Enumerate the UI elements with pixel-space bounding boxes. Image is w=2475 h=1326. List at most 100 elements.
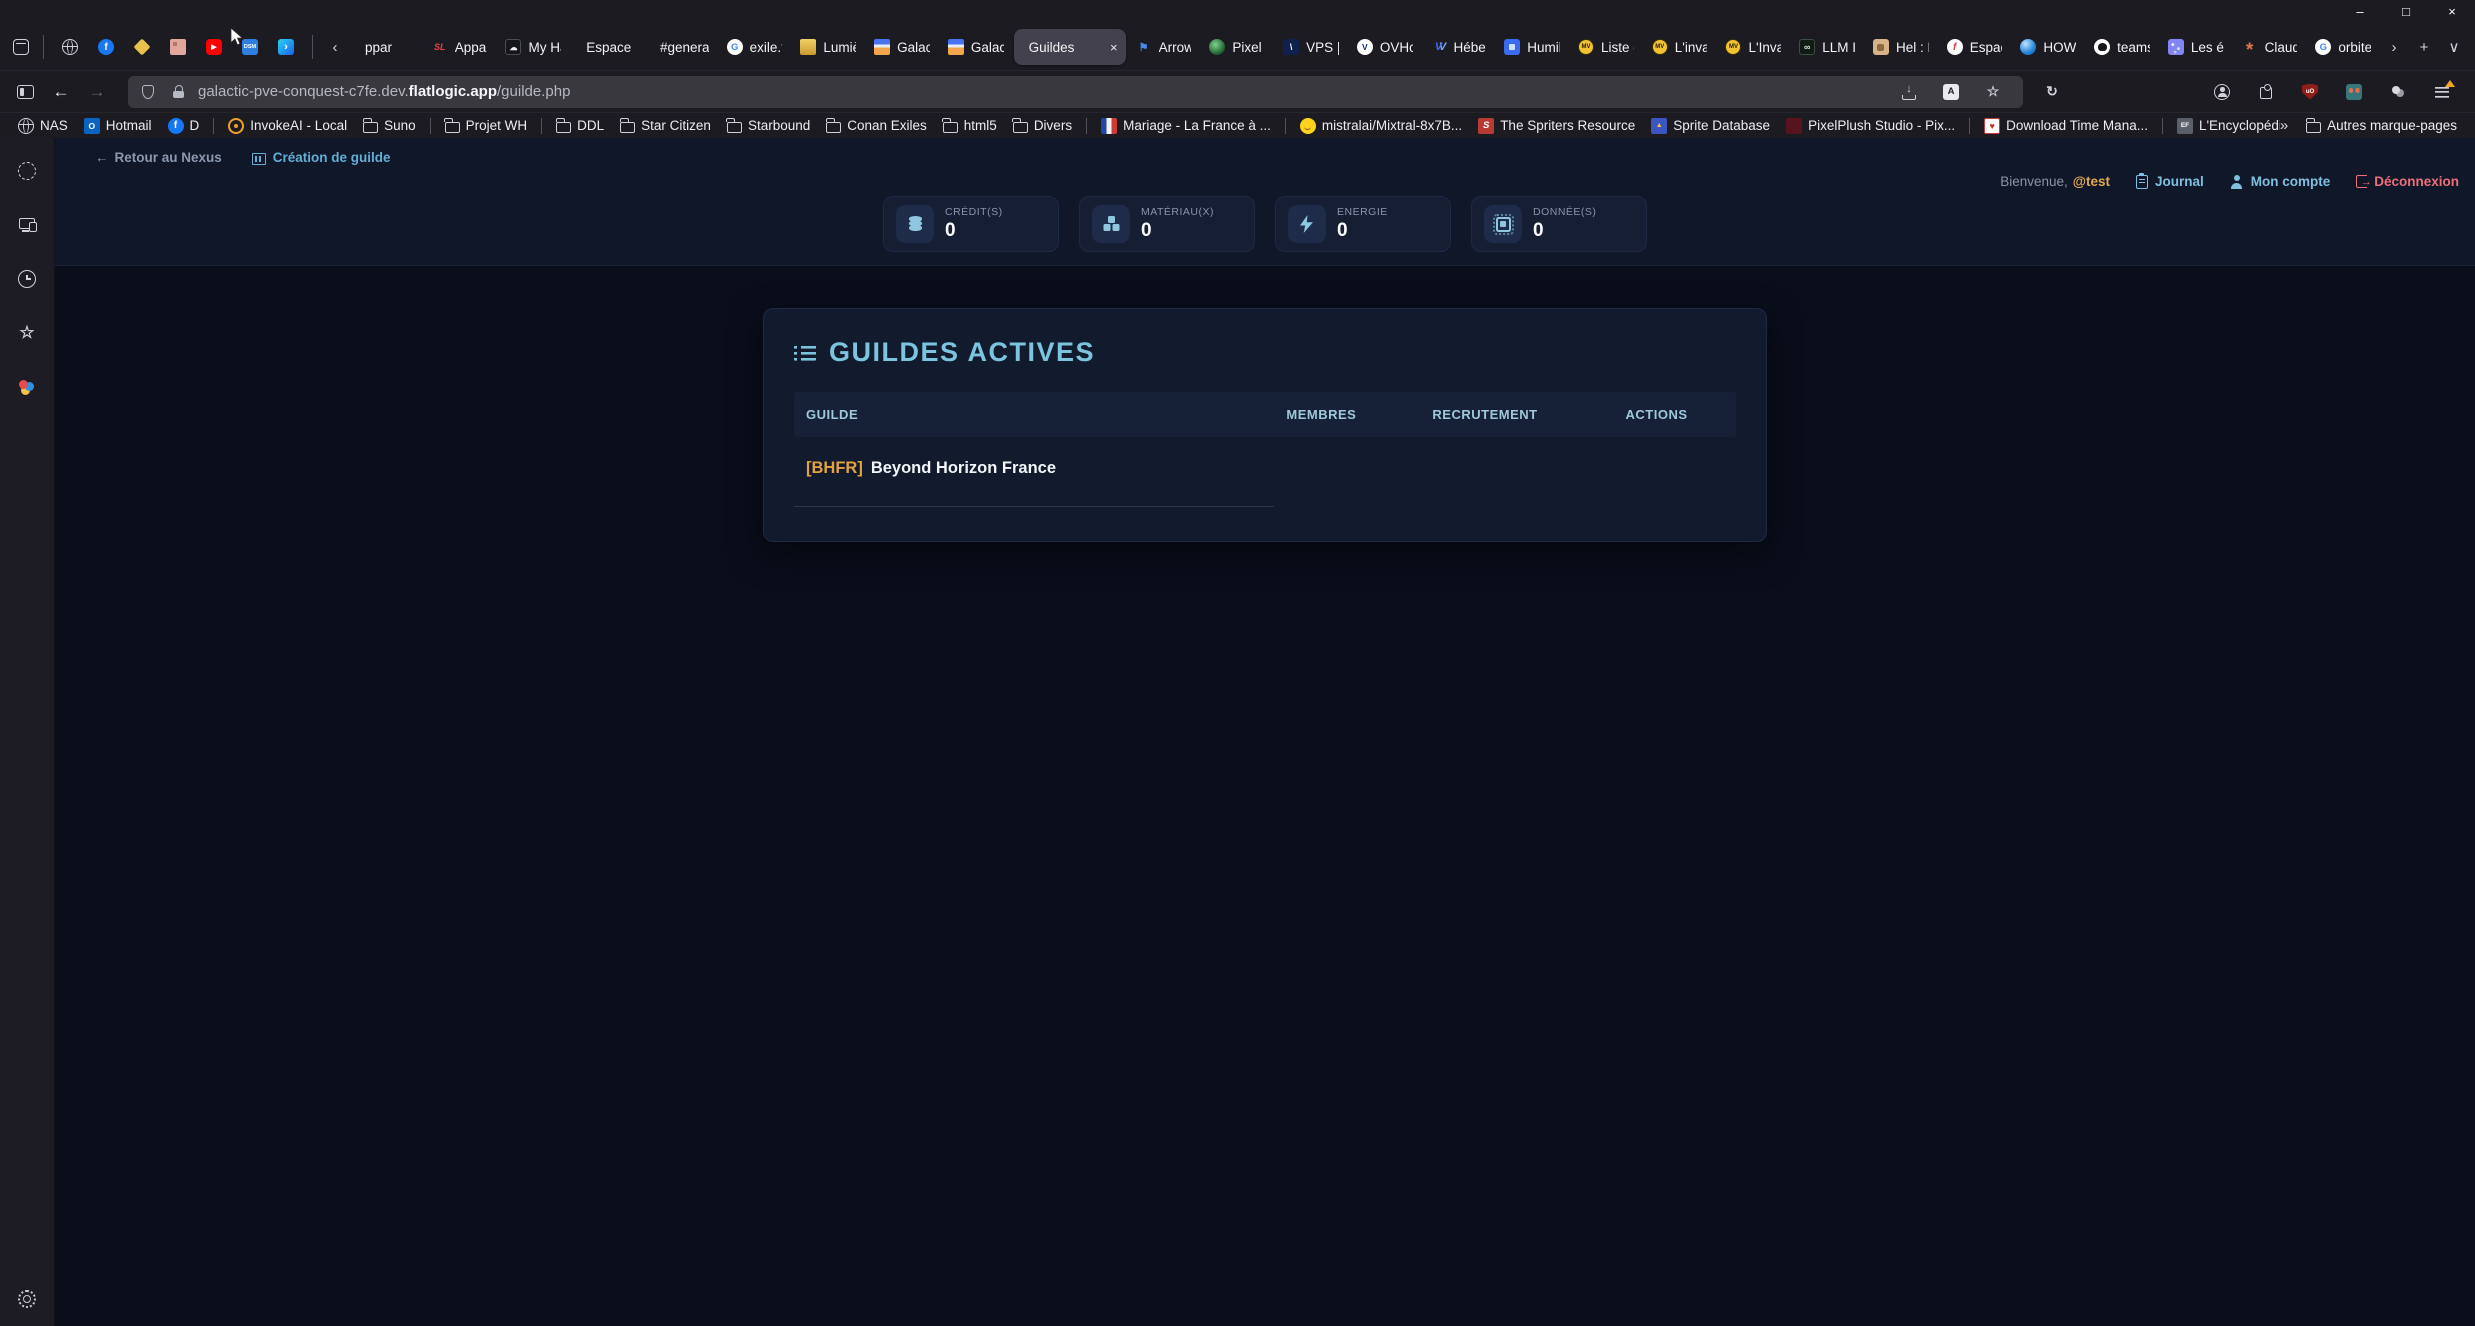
browser-tab[interactable]: Appar [424,29,496,65]
bookmark-item[interactable]: Suno [355,118,424,133]
reload-icon[interactable] [2037,77,2067,107]
close-tab-icon[interactable]: × [1110,40,1118,55]
list-all-tabs-button[interactable]: ∨ [2439,32,2469,62]
browser-tab[interactable]: VPS | S [1275,29,1347,65]
my-account-link[interactable]: Mon compte [2230,174,2331,189]
bookmark-star-icon[interactable] [1983,77,2013,107]
gold-diamond-icon[interactable] [129,34,155,60]
browser-tab[interactable]: Claude [2234,29,2306,65]
maximize-button[interactable]: □ [2383,0,2429,24]
browser-tab[interactable]: My Ha [497,29,569,65]
bookmark-item[interactable]: Sprite Database [1643,118,1778,134]
bookmarks-star-icon[interactable] [12,318,42,348]
new-tab-button[interactable]: + [2409,32,2439,62]
youtube-icon[interactable] [201,34,227,60]
create-guild-link[interactable]: Création de guilde [252,150,391,165]
browser-tab[interactable]: Pixel P [1201,29,1273,65]
bookmark-item[interactable]: Projet WH [437,118,536,133]
browser-tab[interactable]: HOW [2012,29,2084,65]
bookmark-item[interactable]: Hotmail [76,118,160,134]
bookmarks-separator [1285,118,1286,134]
synology-dsm-icon[interactable] [237,34,263,60]
history-clock-icon[interactable] [12,264,42,294]
url-bar[interactable]: galactic-pve-conquest-c7fe.dev.flatlogic… [128,76,2023,108]
other-bookmarks-folder[interactable]: Autres marque-pages [2298,118,2465,133]
browser-tab[interactable]: #general | [645,29,717,65]
bookmark-item[interactable]: Star Citizen [612,118,719,133]
settings-gear-icon[interactable] [12,1284,42,1314]
bookmark-item[interactable]: D [160,118,208,134]
bookmark-item[interactable]: Divers [1005,118,1080,133]
bookmark-item[interactable]: Conan Exiles [818,118,935,133]
browser-tab[interactable]: orbite [2307,29,2379,65]
lock-icon[interactable] [168,77,198,107]
sidebar-toggle-icon[interactable] [10,77,40,107]
browser-tab[interactable]: teams [2086,29,2158,65]
scroll-tabs-right-button[interactable]: › [2379,32,2409,62]
account-icon[interactable] [2207,77,2237,107]
scroll-tabs-left-button[interactable]: ‹ [320,32,350,62]
minimize-button[interactable]: – [2337,0,2383,24]
ublock-origin-icon[interactable] [2295,77,2325,107]
translate-icon[interactable] [1941,77,1971,107]
bookmark-item[interactable]: Starbound [719,118,818,133]
data-chip-icon [1496,217,1511,232]
journal-link[interactable]: Journal [2136,174,2204,189]
table-row[interactable]: [BHFR]Beyond Horizon France [794,437,1736,507]
browser-tab[interactable]: Hel : D [1865,29,1937,65]
browser-tab[interactable]: ppar [350,29,422,65]
pixel-sprite-icon[interactable] [165,34,191,60]
guild-name: Beyond Horizon France [871,459,1056,477]
browser-tab[interactable]: Lumièr [792,29,864,65]
browser-tab[interactable]: exile.f [719,29,791,65]
shield-icon[interactable] [138,77,168,107]
synced-tabs-icon[interactable] [12,210,42,240]
bookmark-item[interactable]: Download Time Mana... [1976,118,2156,134]
relay-circles-icon[interactable] [12,372,42,402]
bookmarks-overflow-chevron-icon[interactable]: » [2280,117,2288,134]
browser-tab[interactable]: Arrow [1128,29,1200,65]
download-station-icon[interactable] [273,34,299,60]
browser-tab[interactable]: OVHcl [1349,29,1421,65]
browser-tab[interactable]: Héber [1423,29,1495,65]
globe-icon[interactable] [57,34,83,60]
guild-building-icon [252,153,266,165]
browser-tab[interactable]: Espace clie [571,29,643,65]
downloads-tray-icon[interactable] [1899,77,1929,107]
app-menu-icon[interactable] [2427,77,2457,107]
bookmark-item[interactable]: L'Encyclopédie Fantast... [2169,118,2280,134]
browser-tab[interactable]: Espace [1939,29,2011,65]
browser-tab[interactable]: Humili [1496,29,1568,65]
tampermonkey-icon[interactable] [2339,77,2369,107]
welcome-text: Bienvenue,@test [2000,174,2110,189]
logout-link[interactable]: Déconnexion [2356,174,2459,189]
bookmark-item[interactable]: DDL [548,118,612,133]
vblue-icon [1431,39,1447,55]
browser-tab[interactable]: L'invas [1644,29,1716,65]
bookmark-item[interactable]: mistralai/Mixtral-8x7B... [1292,118,1470,134]
browser-tab[interactable]: Les ét [2160,29,2232,65]
browser-tab[interactable]: L'Invas [1717,29,1789,65]
bookmark-item[interactable]: InvokeAI - Local [220,118,355,134]
column-header-membres: MEMBRES [1274,392,1420,437]
back-icon[interactable] [46,77,76,107]
bookmark-item[interactable]: NAS [10,118,76,134]
bookmark-item[interactable]: Mariage - La France à ... [1093,118,1279,134]
facebook-icon[interactable] [93,34,119,60]
ghostery-icon[interactable] [2383,77,2413,107]
browser-tab[interactable]: Guildes × [1014,29,1126,65]
browser-tab[interactable]: Liste d [1570,29,1642,65]
bookmark-item[interactable]: PixelPlush Studio - Pix... [1778,118,1963,134]
extensions-puzzle-icon[interactable] [2251,77,2281,107]
browser-tab[interactable]: LLM In [1791,29,1863,65]
firefox-view-button[interactable] [6,32,36,62]
close-button[interactable]: × [2429,0,2475,24]
url-text[interactable]: galactic-pve-conquest-c7fe.dev.flatlogic… [198,83,1899,100]
back-to-nexus-link[interactable]: ← Retour au Nexus [95,150,222,165]
chatgpt-icon[interactable] [12,156,42,186]
browser-tab[interactable]: Galact [940,29,1012,65]
forward-icon[interactable] [82,77,112,107]
browser-tab[interactable]: Galact [866,29,938,65]
bookmark-item[interactable]: html5 [935,118,1005,133]
bookmark-item[interactable]: The Spriters Resource [1470,118,1643,134]
